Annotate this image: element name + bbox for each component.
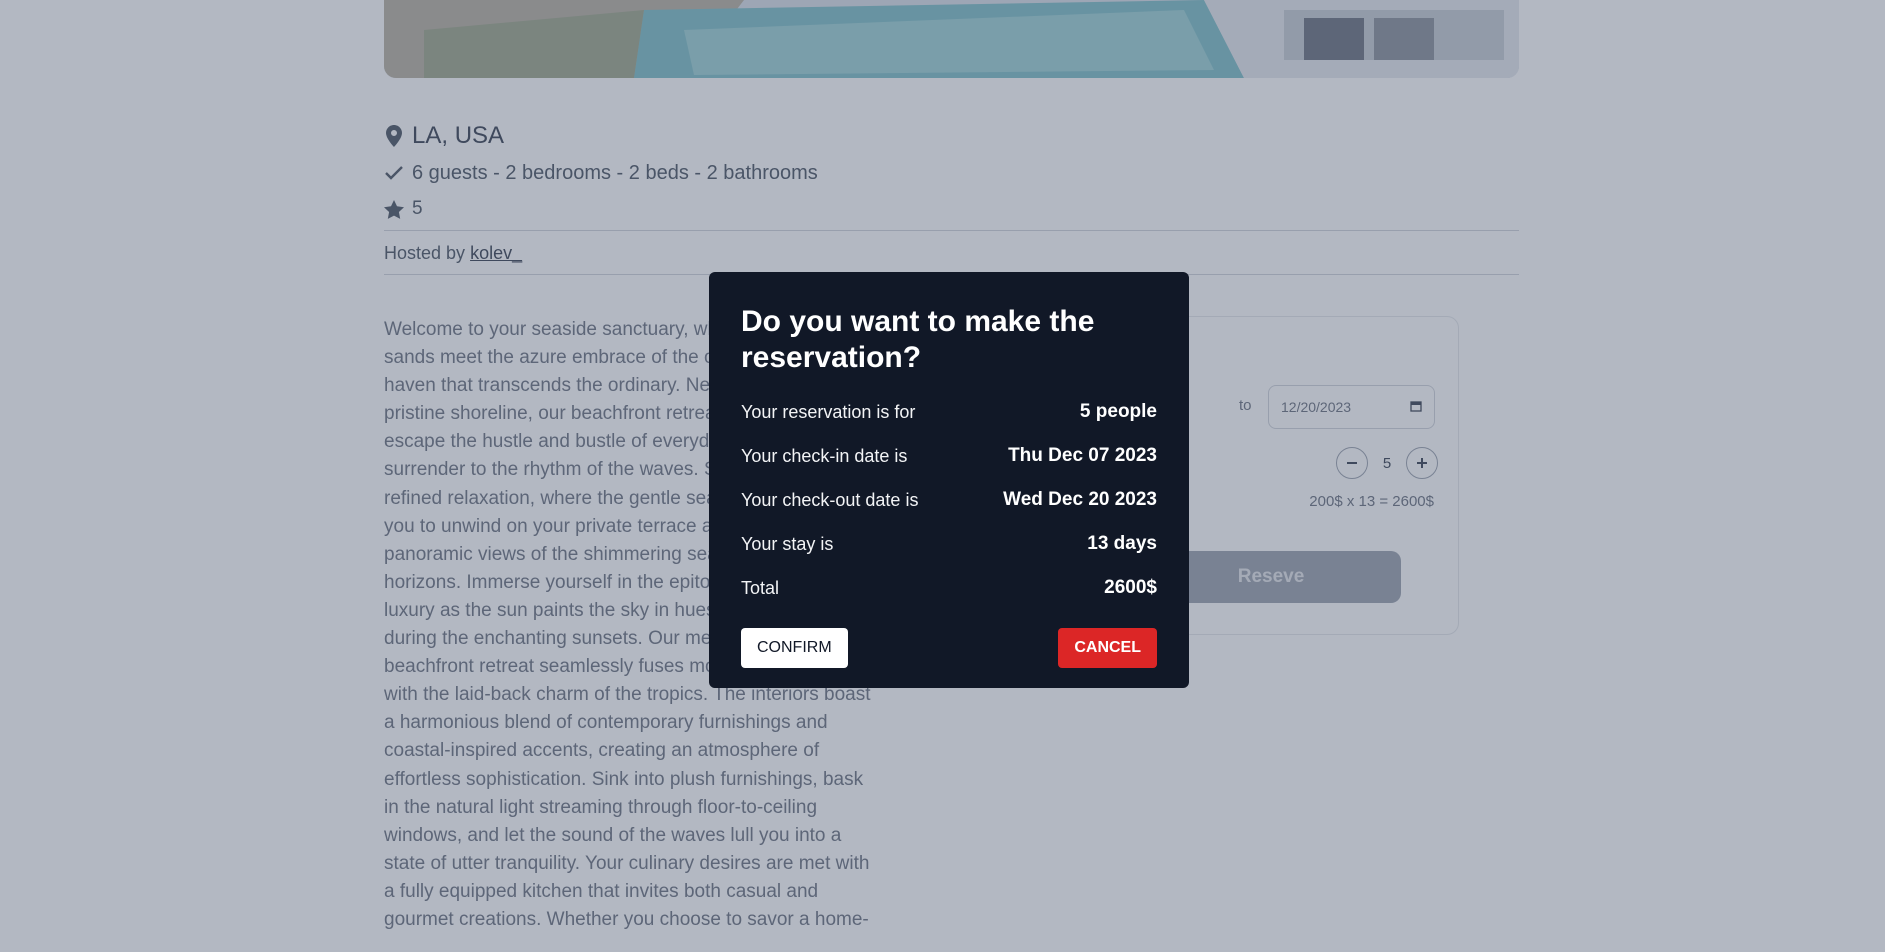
dialog-title: Do you want to make the reservation? [741,305,1095,374]
summary-row: Your stay is 13 days [741,522,1157,566]
summary-value: 13 days [1087,533,1157,554]
confirm-button[interactable]: CONFIRM [741,628,848,668]
listing-page: LA, USA 6 guests - 2 bedrooms - 2 beds -… [0,0,1885,952]
summary-value: 2600$ [1104,577,1157,598]
summary-label: Your check-in date is [741,445,908,466]
summary-row: Your reservation is for 5 people [741,390,1157,434]
dialog-actions: CONFIRM CANCEL [741,628,1157,668]
summary-value: Wed Dec 20 2023 [1003,489,1157,510]
summary-label: Total [741,577,780,598]
reservation-confirm-dialog: Do you want to make the reservation? You… [709,272,1189,688]
summary-row: Your check-out date is Wed Dec 20 2023 [741,478,1157,522]
summary-value: 5 people [1079,401,1157,422]
summary-row: Your check-in date is Thu Dec 07 2023 [741,434,1157,478]
cancel-button[interactable]: CANCEL [1058,628,1157,668]
summary-label: Your stay is [741,533,834,554]
summary-label: Your reservation is for [741,401,916,422]
summary-value: Thu Dec 07 2023 [1008,445,1157,466]
summary-label: Your check-out date is [741,489,919,510]
summary-row: Total 2600$ [741,566,1157,610]
